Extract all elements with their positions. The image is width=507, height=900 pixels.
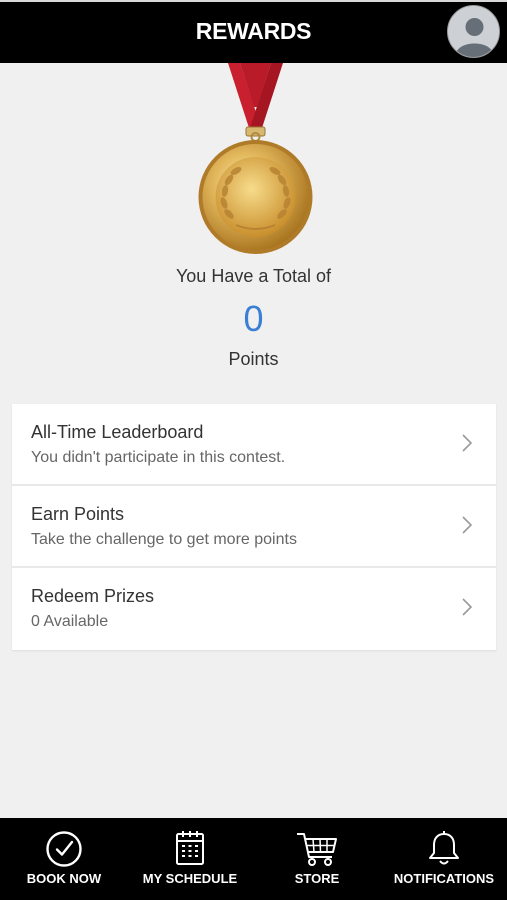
row-title: Redeem Prizes	[31, 586, 155, 606]
points-value: 0	[243, 298, 264, 339]
chevron-right-icon	[462, 598, 472, 616]
earn-points-row[interactable]: Earn Points Take the challenge to get mo…	[12, 486, 496, 568]
tab-label: NOTIFICATIONS	[393, 871, 495, 886]
bottom-tab-bar: BOOK NOW MY SCHEDULE STORE NOTIFICATIONS	[0, 818, 507, 900]
tab-book-now[interactable]: BOOK NOW	[14, 818, 114, 900]
total-points-label: You Have a Total of	[175, 266, 332, 286]
chevron-right-icon	[462, 434, 472, 452]
tab-my-schedule[interactable]: MY SCHEDULE	[134, 818, 246, 900]
row-title: All-Time Leaderboard	[31, 422, 204, 442]
chevron-right-icon	[462, 516, 472, 534]
row-subtitle: You didn't participate in this contest.	[31, 449, 286, 466]
row-subtitle: 0 Available	[31, 613, 109, 630]
user-avatar-icon	[456, 18, 493, 57]
leaderboard-row[interactable]: All-Time Leaderboard You didn't particip…	[12, 404, 496, 486]
row-subtitle: Take the challenge to get more points	[31, 531, 297, 548]
avatar[interactable]	[447, 5, 500, 58]
row-title: Earn Points	[31, 504, 125, 524]
gold-medal-icon	[198, 63, 313, 254]
check-circle-icon	[46, 831, 82, 867]
tab-label: BOOK NOW	[26, 871, 102, 886]
rewards-menu: All-Time Leaderboard You didn't particip…	[12, 404, 496, 650]
bell-icon	[429, 831, 459, 865]
calendar-icon	[176, 831, 204, 865]
cart-icon	[297, 833, 337, 866]
tab-label: STORE	[294, 871, 340, 886]
page-title: REWARDS	[195, 18, 312, 44]
app-header: REWARDS	[0, 0, 507, 63]
tab-store[interactable]: STORE	[272, 818, 362, 900]
tab-notifications[interactable]: NOTIFICATIONS	[386, 818, 502, 900]
points-unit-label: Points	[228, 349, 279, 369]
tab-label: MY SCHEDULE	[142, 871, 238, 886]
redeem-prizes-row[interactable]: Redeem Prizes 0 Available	[12, 568, 496, 650]
